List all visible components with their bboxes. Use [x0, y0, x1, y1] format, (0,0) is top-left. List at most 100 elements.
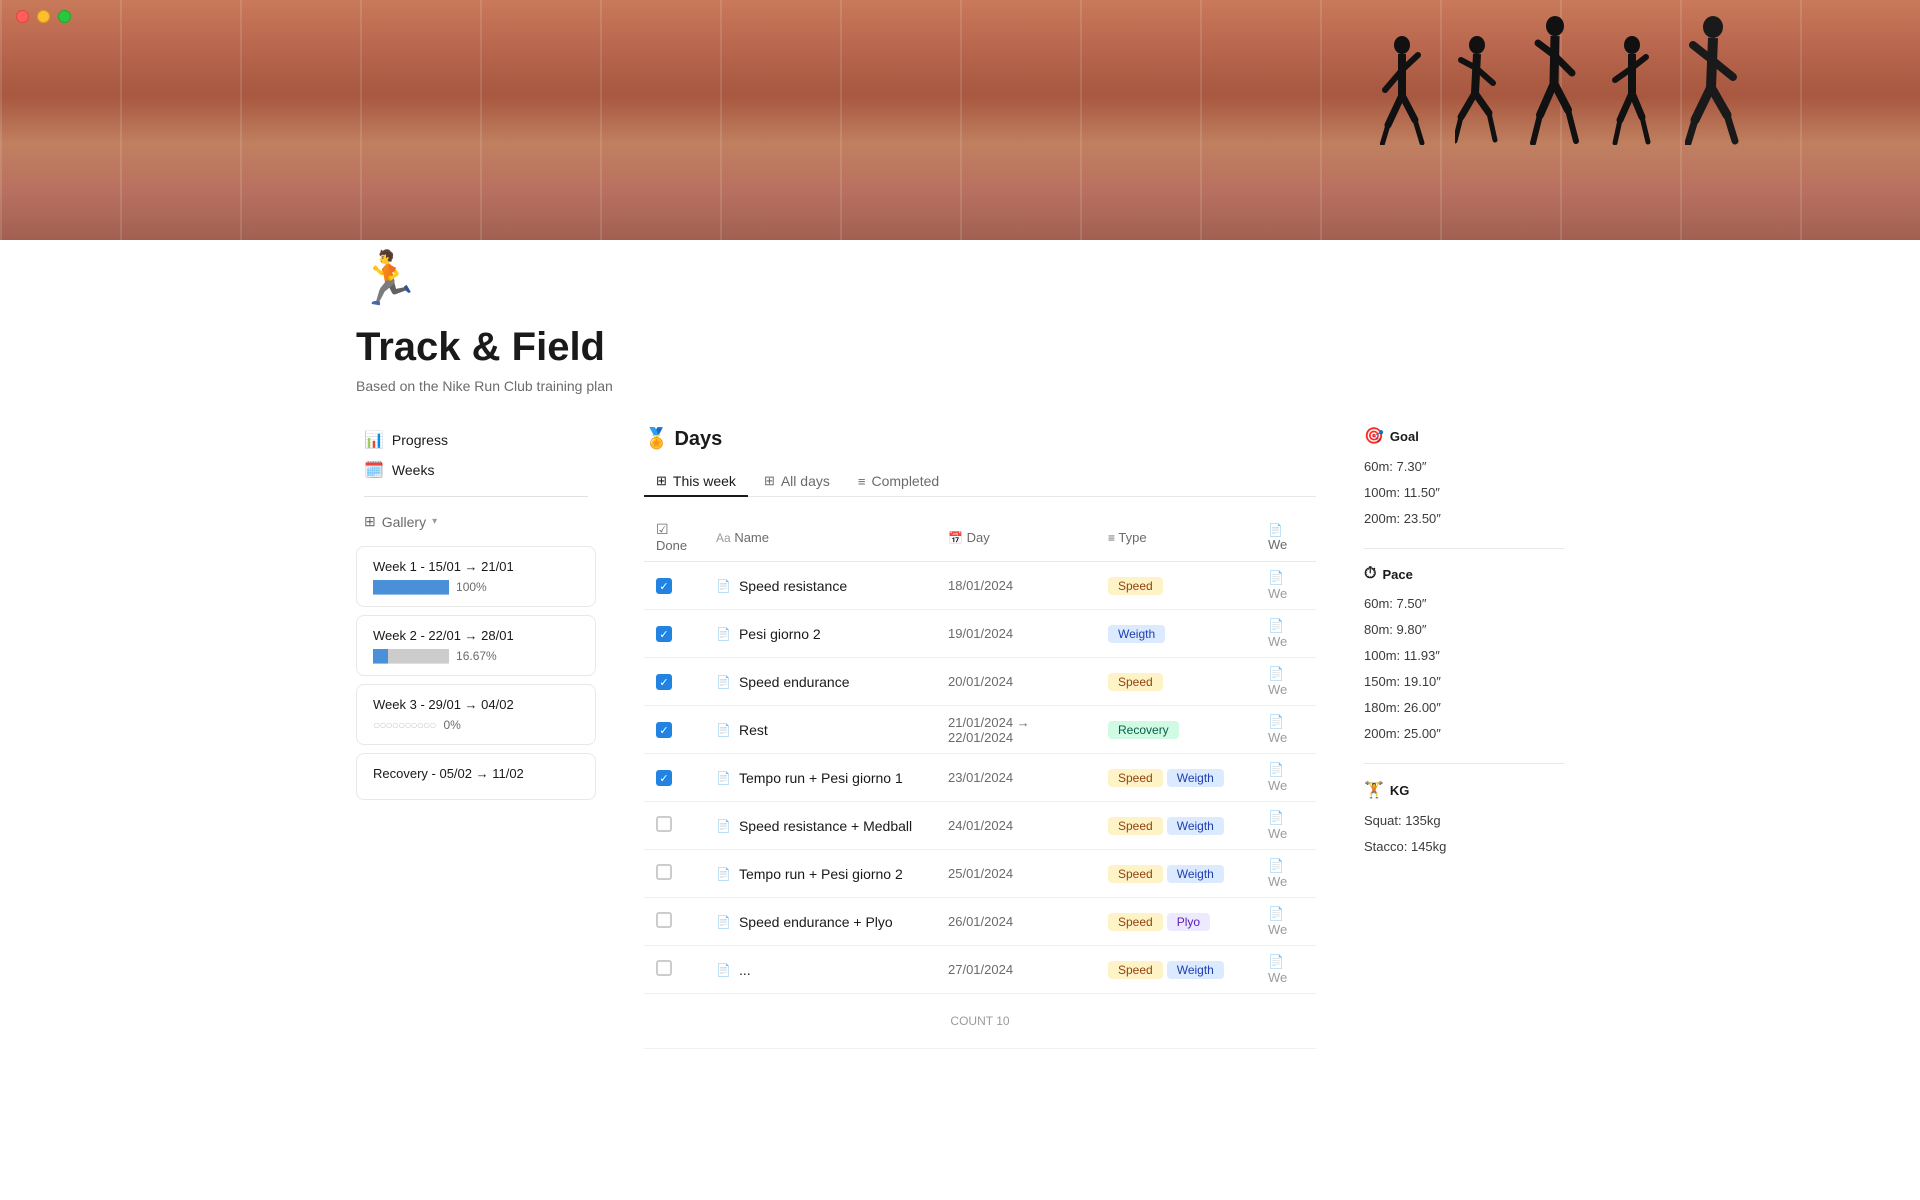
runner-silhouette-2	[1455, 35, 1500, 145]
sidebar-item-weeks-label: Weeks	[392, 462, 435, 478]
sidebar-item-progress-label: Progress	[392, 432, 448, 448]
right-data-item: 100m: 11.93″	[1364, 643, 1564, 669]
right-data-item: 180m: 26.00″	[1364, 695, 1564, 721]
week-card-2[interactable]: Week 2 - 22/01 → 28/01 ██████████ 16.67%	[356, 615, 596, 676]
week-card-3[interactable]: Week 3 - 29/01 → 04/02 ○○○○○○○○○○ 0%	[356, 684, 596, 745]
row-name-1: 📄Pesi giorno 2	[716, 626, 924, 642]
row-week-3: 📄 We	[1256, 706, 1316, 754]
goal-icon: 🎯	[1364, 426, 1384, 446]
type-tag: Speed	[1108, 817, 1163, 835]
right-sidebar: 🎯 Goal 60m: 7.30″100m: 11.50″200m: 23.50…	[1364, 426, 1564, 860]
table-row[interactable]: 📄...27/01/2024SpeedWeigth📄 We	[644, 946, 1316, 994]
pace-section-title: ⏱ Pace	[1364, 565, 1564, 583]
row-day-7: 26/01/2024	[936, 898, 1096, 946]
week-card-2-title: Week 2 - 22/01 → 28/01	[373, 628, 579, 643]
page-title: Track & Field	[356, 325, 1564, 370]
right-data-item: 60m: 7.30″	[1364, 454, 1564, 480]
row-week-4: 📄 We	[1256, 754, 1316, 802]
pace-divider	[1364, 763, 1564, 764]
type-tag: Speed	[1108, 577, 1163, 595]
row-checkbox-0[interactable]: ✓	[656, 578, 672, 594]
goal-data: 60m: 7.30″100m: 11.50″200m: 23.50″	[1364, 454, 1564, 532]
table-row[interactable]: ✓📄Tempo run + Pesi giorno 123/01/2024Spe…	[644, 754, 1316, 802]
type-tag: Speed	[1108, 673, 1163, 691]
type-tag: Weigth	[1167, 961, 1224, 979]
gallery-chevron-icon: ▾	[432, 516, 437, 527]
row-week-0: 📄 We	[1256, 562, 1316, 610]
th-done: ☑ Done	[644, 513, 704, 562]
row-checkbox-7[interactable]	[656, 912, 672, 928]
row-name-8: 📄...	[716, 962, 924, 978]
kg-title-text: KG	[1390, 783, 1410, 798]
row-type-6: SpeedWeigth	[1096, 850, 1256, 898]
left-sidebar: 📊 Progress 🗓️ Weeks ⊞ Gallery ▾ Week 1 -…	[356, 426, 596, 808]
sidebar-item-progress[interactable]: 📊 Progress	[356, 426, 596, 454]
tab-this-week-label: This week	[673, 473, 736, 489]
th-name: Aa Name	[704, 513, 936, 562]
row-type-3: Recovery	[1096, 706, 1256, 754]
tab-completed[interactable]: ≡ Completed	[846, 467, 951, 497]
table-row[interactable]: ✓📄Rest21/01/2024 → 22/01/2024Recovery📄 W…	[644, 706, 1316, 754]
row-checkbox-3[interactable]: ✓	[656, 722, 672, 738]
row-checkbox-2[interactable]: ✓	[656, 674, 672, 690]
gallery-header[interactable]: ⊞ Gallery ▾	[356, 509, 596, 534]
close-button[interactable]	[16, 10, 29, 23]
runner-silhouette-3	[1530, 15, 1580, 145]
center-content: 🏅 Days ⊞ This week ⊞ All days ≡ Complete…	[644, 426, 1316, 1049]
sidebar-item-weeks[interactable]: 🗓️ Weeks	[356, 456, 596, 484]
runner-silhouette-5	[1685, 15, 1740, 145]
row-type-8: SpeedWeigth	[1096, 946, 1256, 994]
row-type-2: Speed	[1096, 658, 1256, 706]
row-checkbox-5[interactable]	[656, 816, 672, 832]
row-week-1: 📄 We	[1256, 610, 1316, 658]
week-3-percent: 0%	[443, 718, 460, 732]
right-data-item: 80m: 9.80″	[1364, 617, 1564, 643]
days-section-title: 🏅 Days	[644, 426, 1316, 451]
tab-all-days[interactable]: ⊞ All days	[752, 467, 842, 497]
week-card-1-progress: ██████████ 100%	[373, 580, 579, 594]
table-row[interactable]: ✓ 📄Speed endurance 20/01/2024 Speed 📄 We	[644, 658, 1316, 706]
row-name-2: 📄Speed endurance	[716, 674, 924, 690]
progress-icon: 📊	[364, 430, 384, 450]
row-name-4: 📄Tempo run + Pesi giorno 1	[716, 770, 924, 786]
row-day-2: 20/01/2024	[936, 658, 1096, 706]
header-banner	[0, 0, 1920, 240]
runner-silhouette-1	[1380, 35, 1425, 145]
maximize-button[interactable]	[58, 10, 71, 23]
type-tag: Speed	[1108, 769, 1163, 787]
tab-completed-icon: ≡	[858, 474, 866, 489]
type-tag: Weigth	[1167, 817, 1224, 835]
row-checkbox-1[interactable]: ✓	[656, 626, 672, 642]
row-week-7: 📄 We	[1256, 898, 1316, 946]
table-row[interactable]: ✓📄Pesi giorno 219/01/2024Weigth📄 We	[644, 610, 1316, 658]
type-tag: Recovery	[1108, 721, 1179, 739]
right-data-item: 200m: 23.50″	[1364, 506, 1564, 532]
table-row[interactable]: 📄Tempo run + Pesi giorno 225/01/2024Spee…	[644, 850, 1316, 898]
row-week-6: 📄 We	[1256, 850, 1316, 898]
week-card-1[interactable]: Week 1 - 15/01 → 21/01 ██████████ 100%	[356, 546, 596, 607]
table-row[interactable]: 📄Speed endurance + Plyo26/01/2024SpeedPl…	[644, 898, 1316, 946]
minimize-button[interactable]	[37, 10, 50, 23]
th-day: 📅 Day	[936, 513, 1096, 562]
row-checkbox-6[interactable]	[656, 864, 672, 880]
tab-all-days-label: All days	[781, 473, 830, 489]
table-row[interactable]: 📄Speed resistance + Medball24/01/2024Spe…	[644, 802, 1316, 850]
doc-icon: 📄	[716, 579, 731, 593]
table-row[interactable]: ✓📄Speed resistance18/01/2024Speed📄 We	[644, 562, 1316, 610]
row-name-5: 📄Speed resistance + Medball	[716, 818, 924, 834]
doc-icon: 📄	[716, 963, 731, 977]
week-card-3-title: Week 3 - 29/01 → 04/02	[373, 697, 579, 712]
gallery-label: Gallery	[382, 514, 426, 530]
right-data-item: Squat: 135kg	[1364, 808, 1564, 834]
row-week-2: 📄 We	[1256, 658, 1316, 706]
week-card-1-title: Week 1 - 15/01 → 21/01	[373, 559, 579, 574]
tab-this-week[interactable]: ⊞ This week	[644, 467, 748, 497]
sidebar-divider	[364, 496, 588, 497]
weeks-icon: 🗓️	[364, 460, 384, 480]
row-checkbox-8[interactable]	[656, 960, 672, 976]
pace-data: 60m: 7.50″80m: 9.80″100m: 11.93″150m: 19…	[1364, 591, 1564, 747]
row-checkbox-4[interactable]: ✓	[656, 770, 672, 786]
week-card-4-title: Recovery - 05/02 → 11/02	[373, 766, 579, 781]
week-card-4[interactable]: Recovery - 05/02 → 11/02	[356, 753, 596, 800]
week-card-2-progress: ██████████ 16.67%	[373, 649, 579, 663]
